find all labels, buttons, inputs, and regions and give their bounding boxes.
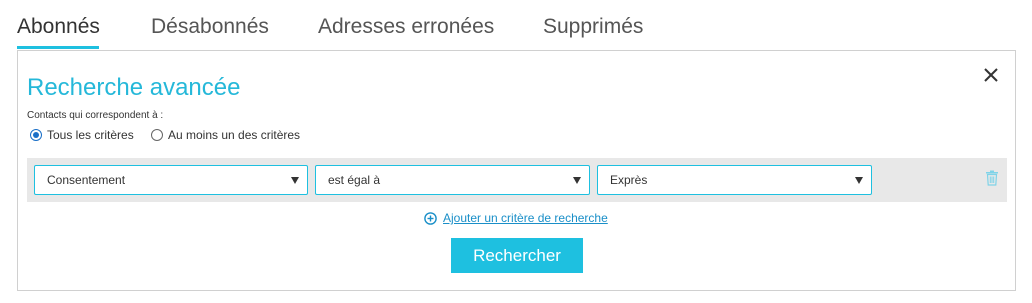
tab-abonnes[interactable]: Abonnés <box>17 15 100 39</box>
dropdown-arrow-icon <box>291 177 299 184</box>
radio-label-all: Tous les critères <box>47 128 134 142</box>
operator-select-value: est égal à <box>328 173 381 187</box>
advanced-search-panel: Recherche avancée Contacts qui correspon… <box>17 50 1016 291</box>
trash-icon[interactable] <box>985 170 999 186</box>
operator-select[interactable]: est égal à <box>315 165 590 195</box>
add-criterion-label[interactable]: Ajouter un critère de recherche <box>443 211 608 225</box>
field-select-value: Consentement <box>47 173 126 187</box>
active-tab-indicator <box>17 46 99 49</box>
close-icon[interactable] <box>981 65 1001 85</box>
field-select[interactable]: Consentement <box>34 165 308 195</box>
plus-circle-icon <box>424 211 437 225</box>
dropdown-arrow-icon <box>855 177 863 184</box>
dropdown-arrow-icon <box>573 177 581 184</box>
radio-button-unchecked[interactable] <box>151 129 163 141</box>
panel-title: Recherche avancée <box>27 74 241 101</box>
radio-label-any: Au moins un des critères <box>168 128 301 142</box>
search-button[interactable]: Rechercher <box>451 238 583 273</box>
add-criterion-link[interactable]: Ajouter un critère de recherche <box>424 210 608 226</box>
radio-all-criteria[interactable]: Tous les critères <box>30 127 134 143</box>
radio-button-checked[interactable] <box>30 129 42 141</box>
value-select[interactable]: Exprès <box>597 165 872 195</box>
radio-any-criteria[interactable]: Au moins un des critères <box>151 127 300 143</box>
tab-supprimes[interactable]: Supprimés <box>543 15 643 39</box>
tab-desabonnes[interactable]: Désabonnés <box>151 15 269 39</box>
criterion-row: Consentement est égal à Exprès <box>27 158 1007 202</box>
tab-bar: Abonnés Désabonnés Adresses erronées Sup… <box>0 0 1032 50</box>
value-select-value: Exprès <box>610 173 648 187</box>
match-label: Contacts qui correspondent à : <box>27 110 164 121</box>
tab-adresses-erronees[interactable]: Adresses erronées <box>318 15 494 39</box>
